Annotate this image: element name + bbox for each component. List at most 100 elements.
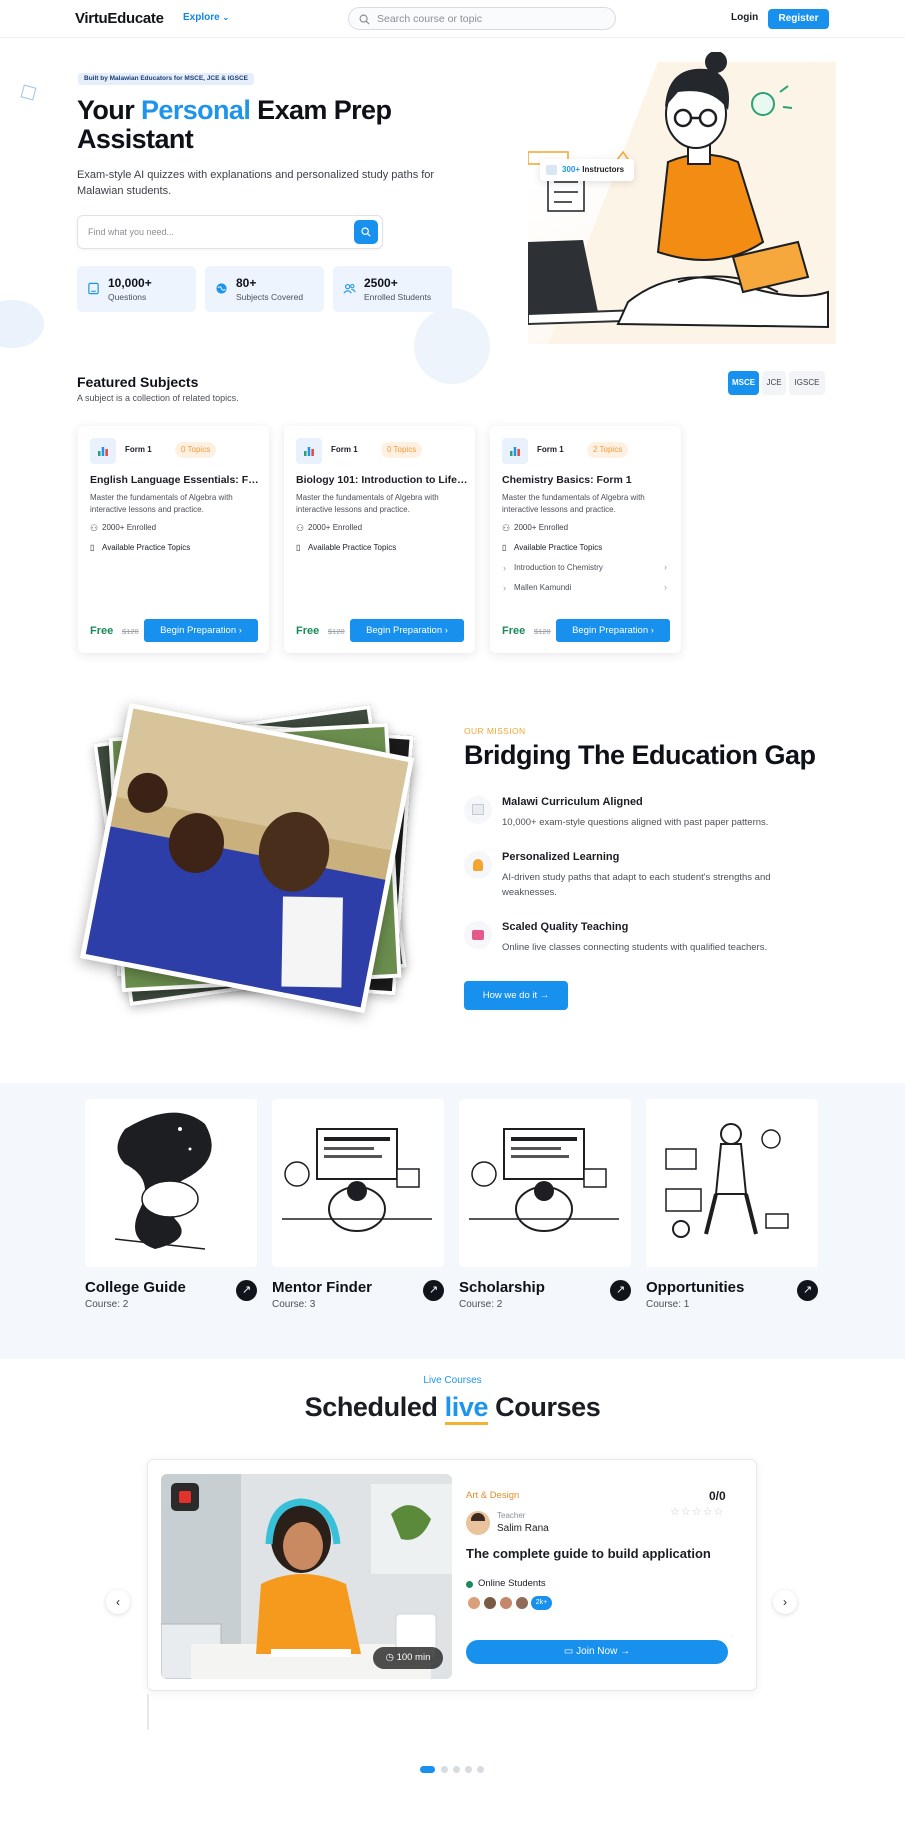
decor-circle [0,300,44,348]
join-now-button[interactable]: ▭ Join Now → [466,1640,728,1664]
search-icon [361,227,371,237]
mission-kicker: OUR MISSION [464,726,526,736]
hero-search-input[interactable]: Find what you need... [88,227,174,237]
begin-label: Begin Preparation [572,625,649,636]
carousel-prev-button[interactable]: ‹ [106,1590,130,1614]
category-name[interactable]: Scholarship [459,1279,545,1296]
course-title[interactable]: The complete guide to build application [466,1546,711,1561]
arrow-up-right-icon[interactable]: ↗ [797,1280,818,1301]
subject-title[interactable]: Biology 101: Introduction to Life Scienc… [296,474,468,486]
begin-preparation-button[interactable]: Begin Preparation › [350,619,464,642]
avatar [514,1595,530,1611]
category-count: Course: 2 [85,1299,129,1310]
topic-item[interactable]: Introduction to Chemistry [514,563,603,572]
practice-topics-label: Available Practice Topics [308,543,397,552]
practice-topics-label: Available Practice Topics [102,543,191,552]
how-label: How we do it [482,990,538,1001]
subject-title[interactable]: English Language Essentials: Form 1 [90,474,262,486]
arrow-up-right-icon[interactable]: ↗ [423,1280,444,1301]
featured-title: Featured Subjects [77,374,199,390]
register-button[interactable]: Register [768,9,829,29]
topic-item[interactable]: Mallen Kamundi [514,583,571,592]
feature-desc: AI-driven study paths that adapt to each… [502,872,771,898]
rating-stars: ☆☆☆☆☆ [670,1505,724,1518]
hero-search[interactable]: Find what you need... [77,215,383,249]
explore-label: Explore [183,12,220,23]
price-free: Free [502,625,526,637]
live-title: Scheduled live Courses [0,1392,905,1425]
pagination-dot[interactable] [453,1766,460,1773]
how-we-do-it-button[interactable]: How we do it → [464,981,568,1010]
featured-subtitle: A subject is a collection of related top… [77,393,239,403]
image-icon [546,165,557,175]
college-guide-illustration[interactable] [85,1099,257,1267]
teacher-name: Salim Rana [497,1523,549,1534]
feature-title: Personalized Learning [502,851,620,863]
filter-jce[interactable]: JCE [762,371,786,395]
logo[interactable]: VirtuEducate [75,10,164,27]
star-icon: ☆ [713,1506,725,1518]
stat-students: 2500+ Enrolled Students [333,266,452,312]
clock-icon: ◷ [385,1652,394,1663]
rating-score: 0/0 [709,1489,726,1503]
carousel-next-button[interactable]: › [773,1590,797,1614]
explore-menu[interactable]: Explore ⌄ [183,12,229,23]
subject-card[interactable]: Form 1 2 Topics Chemistry Basics: Form 1… [490,426,681,653]
filter-msce[interactable]: MSCE [728,371,759,395]
subject-title[interactable]: Chemistry Basics: Form 1 [502,474,674,486]
arrow-up-right-icon[interactable]: ↗ [236,1280,257,1301]
mentor-finder-illustration[interactable] [272,1099,444,1267]
hero-search-button[interactable] [354,220,378,244]
form-label: Form 1 [537,445,564,454]
book-icon [88,282,99,295]
chevron-right-icon: › [783,1595,787,1609]
old-price: $120 [534,627,551,636]
pagination-dot[interactable] [465,1766,472,1773]
course-category: Art & Design [466,1490,520,1501]
decor-square [20,84,37,101]
opportunities-illustration[interactable] [646,1099,818,1267]
pagination-dot[interactable] [477,1766,484,1773]
instructors-chip: 300+ Instructors [540,159,635,181]
star-icon: ☆ [670,1506,681,1518]
category-name[interactable]: Opportunities [646,1279,744,1296]
chevron-right-icon: › [503,563,506,573]
pagination-dot[interactable] [420,1766,435,1773]
chevron-right-icon: › [503,583,506,593]
star-icon: ☆ [702,1506,714,1518]
enrolled-count: 2000+ Enrolled [514,523,569,532]
avatar [498,1595,514,1611]
login-link[interactable]: Login [731,12,758,23]
live-title-post: Courses [488,1392,601,1422]
document-icon [464,796,492,824]
chart-icon [502,438,528,464]
topics-badge: 2 Topics [587,442,629,458]
category-name[interactable]: Mentor Finder [272,1279,372,1296]
users-icon: ⚇ [90,523,99,533]
avatar [466,1595,482,1611]
record-icon [171,1483,199,1511]
pagination-dot[interactable] [441,1766,448,1773]
chevron-right-icon: › [238,625,242,636]
scholarship-illustration[interactable] [459,1099,631,1267]
arrow-up-right-icon[interactable]: ↗ [610,1280,631,1301]
old-price: $120 [328,627,345,636]
search-bar[interactable]: Search course or topic [348,7,616,30]
subject-card[interactable]: Form 1 0 Topics English Language Essenti… [78,426,269,653]
begin-preparation-button[interactable]: Begin Preparation › [556,619,670,642]
category-name[interactable]: College Guide [85,1279,186,1296]
video-icon: ▭ [563,1646,574,1657]
filter-igsce[interactable]: IGSCE [789,371,825,395]
chevron-right-icon: › [444,625,448,636]
hero-badge: Built by Malawian Educators for MSCE, JC… [78,73,254,85]
stat-value: 2500+ [364,276,398,290]
hero-title-highlight: Personal [141,95,251,125]
begin-preparation-button[interactable]: Begin Preparation › [144,619,258,642]
stat-label: Enrolled Students [364,292,432,302]
search-input[interactable]: Search course or topic [377,13,482,25]
category-count: Course: 3 [272,1299,316,1310]
teacher-icon [464,921,492,949]
instructors-label: Instructors [582,165,625,174]
arrow-right-icon: → [539,990,550,1001]
subject-card[interactable]: Form 1 0 Topics Biology 101: Introductio… [284,426,475,653]
